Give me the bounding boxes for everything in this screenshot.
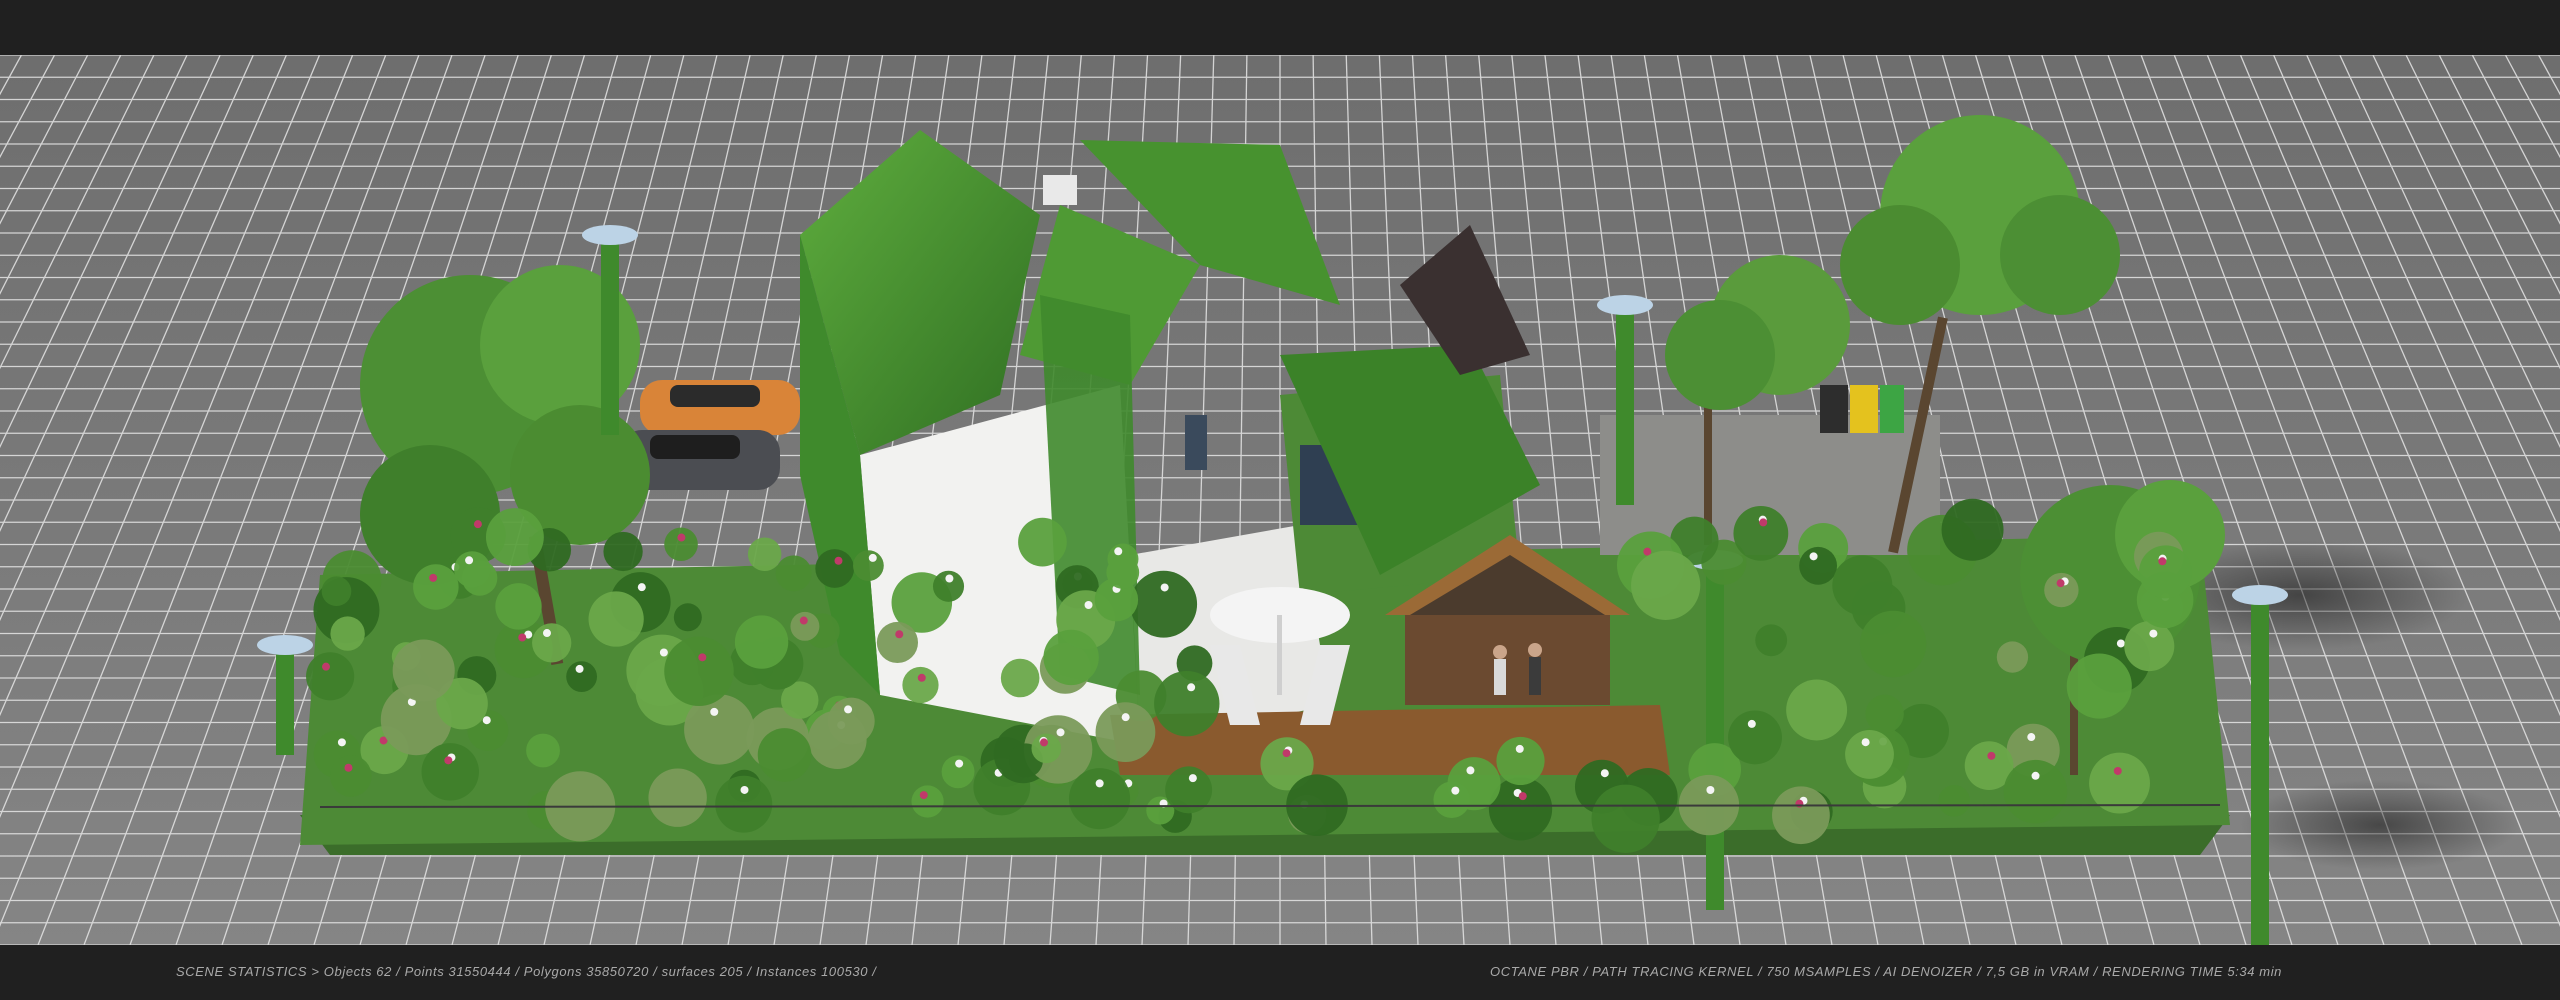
scene-render xyxy=(0,55,2560,945)
lamp-shadow-right xyxy=(2240,780,2520,870)
render-frame: SCENE STATISTICS > Objects 62 / Points 3… xyxy=(0,0,2560,1000)
top-letterbox-bar xyxy=(0,0,2560,55)
scene-statistics-text: SCENE STATISTICS > Objects 62 / Points 3… xyxy=(176,964,877,979)
person xyxy=(1528,643,1542,695)
porch-base xyxy=(1405,615,1610,705)
waste-bins xyxy=(1820,385,1904,433)
house-window xyxy=(1185,415,1207,470)
person xyxy=(1493,645,1507,695)
render-viewport xyxy=(0,55,2560,945)
car-orange xyxy=(640,380,800,435)
chimney xyxy=(1043,175,1077,205)
render-info-text: OCTANE PBR / PATH TRACING KERNEL / 750 M… xyxy=(1490,964,2283,979)
